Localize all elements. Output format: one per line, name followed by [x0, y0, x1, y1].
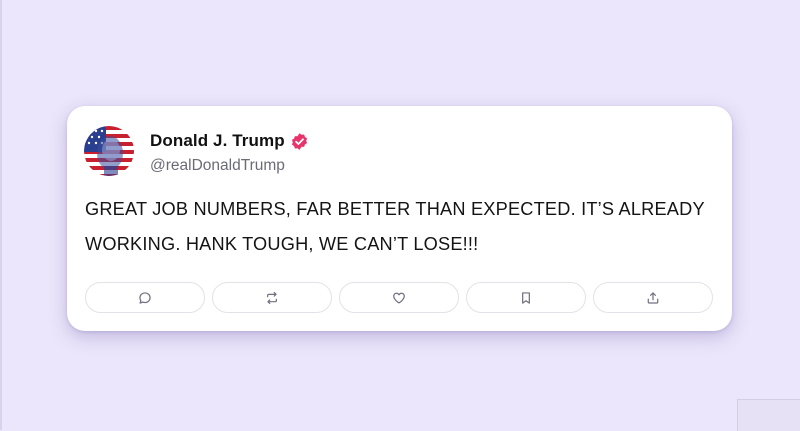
bookmark-button[interactable]: [466, 282, 586, 313]
author-name[interactable]: Donald J. Trump: [150, 131, 285, 151]
bookmark-icon: [519, 291, 533, 305]
verified-badge-icon: [290, 132, 309, 151]
reply-button[interactable]: [85, 282, 205, 313]
left-edge-divider: [0, 0, 2, 430]
author-row: Donald J. Trump: [150, 130, 309, 152]
retweet-button[interactable]: [212, 282, 332, 313]
avatar[interactable]: [84, 126, 134, 176]
corner-panel: [737, 399, 800, 431]
tweet-actions: [85, 282, 713, 313]
share-icon: [646, 291, 660, 305]
retweet-icon: [265, 291, 279, 305]
tweet-card: Donald J. Trump @realDonaldTrump GREAT J…: [67, 106, 732, 331]
tweet-text: GREAT JOB NUMBERS, FAR BETTER THAN EXPEC…: [85, 199, 705, 254]
like-button[interactable]: [339, 282, 459, 313]
reply-icon: [138, 291, 152, 305]
author-handle[interactable]: @realDonaldTrump: [150, 157, 285, 175]
share-button[interactable]: [593, 282, 713, 313]
heart-icon: [392, 291, 406, 305]
